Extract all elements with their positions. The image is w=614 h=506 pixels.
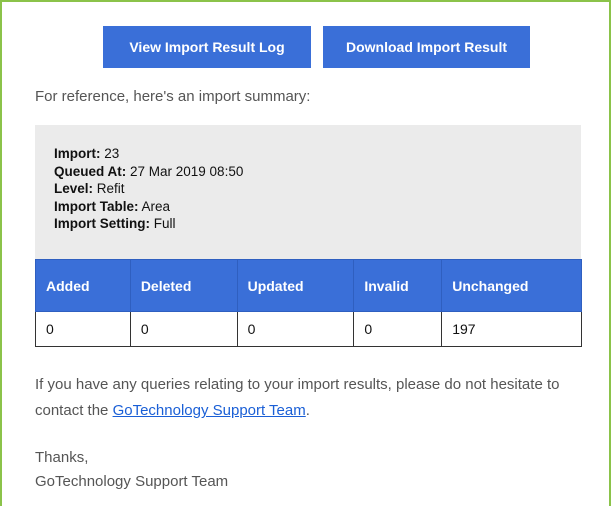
contact-message-end: . <box>305 402 310 419</box>
cell-added: 0 <box>35 311 131 347</box>
summary-level-line: Level: Refit <box>54 180 243 198</box>
contact-message: If you have any queries relating to your… <box>35 372 595 424</box>
summary-import-line: Import: 23 <box>54 145 243 163</box>
view-import-result-log-button[interactable]: View Import Result Log <box>103 26 311 68</box>
summary-table-value: Area <box>138 198 171 214</box>
header-invalid: Invalid <box>353 259 443 312</box>
summary-import-label: Import: <box>54 146 101 161</box>
table-row: 0 0 0 0 197 <box>35 311 582 347</box>
signoff-thanks: Thanks, <box>35 449 89 466</box>
signoff-team: GoTechnology Support Team <box>35 473 229 490</box>
summary-level-label: Level: <box>54 181 94 196</box>
cell-updated: 0 <box>236 311 355 347</box>
support-team-link[interactable]: GoTechnology Support Team <box>113 402 306 419</box>
summary-import-value: 23 <box>100 146 120 161</box>
summary-setting-line: Import Setting: Full <box>54 215 243 233</box>
header-added: Added <box>35 259 131 312</box>
summary-intro-text: For reference, here's an import summary: <box>35 88 311 105</box>
cell-unchanged: 197 <box>441 311 582 347</box>
import-results-table: Added Deleted Updated Invalid Unchanged … <box>35 259 582 347</box>
summary-setting-label: Import Setting: <box>54 216 150 231</box>
email-body: View Import Result Log Download Import R… <box>0 0 611 506</box>
action-buttons: View Import Result Log Download Import R… <box>2 26 609 68</box>
summary-setting-value: Full <box>150 216 176 231</box>
import-summary-box: Import: 23 Queued At: 27 Mar 2019 08:50 … <box>35 125 581 259</box>
header-deleted: Deleted <box>129 259 238 312</box>
summary-table-line: Import Table: Area <box>54 198 243 216</box>
summary-details: Import: 23 Queued At: 27 Mar 2019 08:50 … <box>54 145 243 233</box>
header-updated: Updated <box>236 259 355 312</box>
summary-queued-label: Queued At: <box>54 163 127 179</box>
download-import-result-button[interactable]: Download Import Result <box>323 26 530 68</box>
summary-level-value: Refit <box>93 181 125 196</box>
header-unchanged: Unchanged <box>441 259 582 312</box>
summary-queued-value: 27 Mar 2019 08:50 <box>126 163 244 179</box>
cell-deleted: 0 <box>129 311 238 347</box>
cell-invalid: 0 <box>353 311 443 347</box>
email-signoff: Thanks, GoTechnology Support Team <box>35 446 228 494</box>
summary-queued-line: Queued At: 27 Mar 2019 08:50 <box>54 163 243 181</box>
table-header-row: Added Deleted Updated Invalid Unchanged <box>35 259 582 312</box>
summary-table-label: Import Table: <box>54 198 139 214</box>
